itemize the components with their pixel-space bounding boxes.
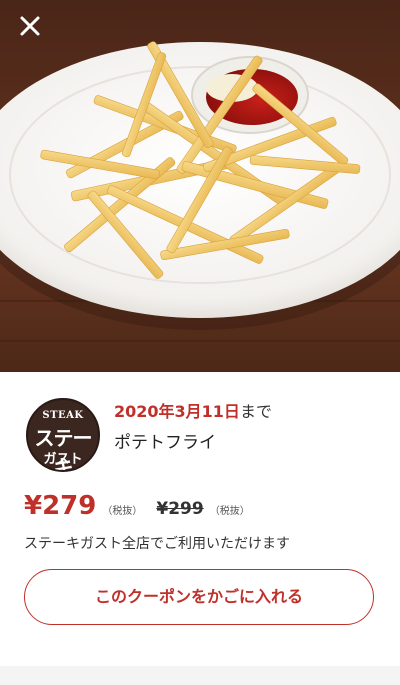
item-name: ポテトフライ — [114, 433, 216, 453]
price-original-tax: （税抜） — [209, 506, 250, 517]
valid-until: 2020年3月11日まで — [114, 398, 272, 422]
logo-line-gusto: ガスト — [43, 452, 83, 467]
price-current-tax: （税抜） — [102, 506, 143, 517]
brand-logo: STEAK ステーキ ガスト — [26, 398, 100, 472]
stores-note: ステーキガスト全店でご利用いただけます — [24, 536, 290, 552]
price-row: ¥279 （税抜） ¥299 （税抜） — [24, 491, 250, 525]
add-coupon-to-cart-button[interactable]: このクーポンをかごに入れる — [24, 569, 374, 625]
footer-strip — [0, 666, 400, 685]
logo-line-steak: STEAK — [42, 410, 84, 421]
price-current: ¥279 — [24, 491, 97, 521]
fries-plate-illustration — [0, 41, 400, 342]
hero-image — [0, 0, 400, 372]
price-original: ¥299 — [156, 499, 204, 519]
close-icon — [20, 16, 40, 36]
close-button[interactable] — [14, 10, 46, 42]
valid-date: 2020年3月11日 — [114, 402, 240, 421]
valid-suffix: まで — [239, 402, 272, 421]
